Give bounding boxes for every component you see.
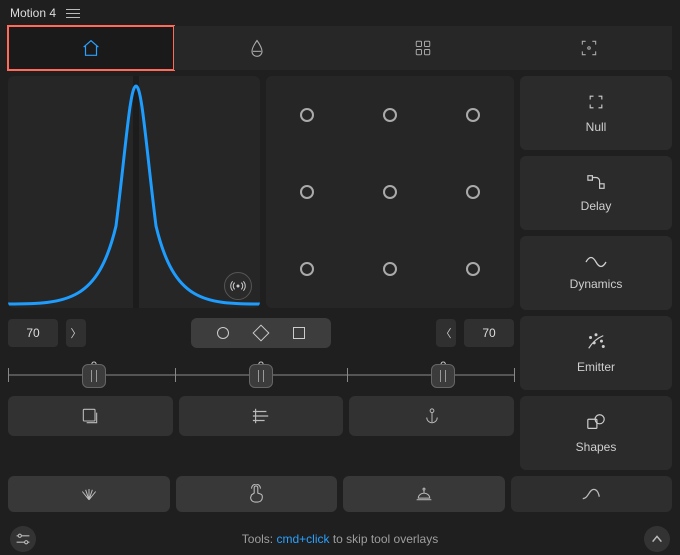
tool-shapes[interactable]: Shapes [520,396,672,470]
tool-dynamics-label: Dynamics [570,277,623,291]
bottom-row [0,470,680,512]
home-icon [80,37,102,59]
chevron-up-icon [650,533,664,545]
anchor-mid-right[interactable] [466,185,480,199]
titlebar: Motion 4 [0,0,680,26]
tool-shapes-label: Shapes [576,440,617,454]
anchor-mid-center[interactable] [383,185,397,199]
delay-icon [585,173,607,191]
curve-preview[interactable] [8,76,260,308]
bell-icon [415,485,433,503]
bottom-curve-button[interactable] [511,476,673,512]
shapes-icon [585,412,607,432]
footer-hint: Tools: cmd+click to skip tool overlays [46,532,634,546]
anchor-top-center[interactable] [383,108,397,122]
emitter-icon [585,332,607,352]
shape-circle[interactable] [217,327,229,339]
step-right-button[interactable]: 〉 [66,319,86,347]
shape-segmented [94,318,428,348]
footer-suffix: to skip tool overlays [329,532,438,546]
anchor-top-left[interactable] [300,108,314,122]
layer-icon [80,406,100,426]
footer-collapse-button[interactable] [644,526,670,552]
anchor-bot-right[interactable] [466,262,480,276]
tab-grid[interactable] [340,26,506,70]
value-left[interactable]: 70 [8,319,58,347]
anchor-top-right[interactable] [466,108,480,122]
dynamics-icon [584,255,608,269]
fan-icon [79,486,99,502]
tab-focus[interactable] [506,26,672,70]
footer-prefix: Tools: [242,532,277,546]
focus-icon [579,38,599,58]
anchor-grid [266,76,514,308]
tab-home[interactable] [8,26,174,70]
slider-a-handle[interactable] [82,364,106,388]
sliders-icon [15,532,31,546]
tool-column: Null Delay Dynamics Emitter [520,76,672,470]
action-layer-button[interactable] [8,396,173,436]
slider-b-handle[interactable] [249,364,273,388]
value-right[interactable]: 70 [464,319,514,347]
drop-icon [247,38,267,58]
action-anchor-button[interactable] [349,396,514,436]
tool-emitter-label: Emitter [577,360,615,374]
guide-icon [250,407,272,425]
footer-kbd: cmd+click [276,532,329,546]
anchor-mid-left[interactable] [300,185,314,199]
bottom-touch-button[interactable] [176,476,338,512]
tool-delay[interactable]: Delay [520,156,672,230]
app-title: Motion 4 [10,6,56,20]
anchor-icon [423,406,441,426]
tool-null-label: Null [586,120,607,134]
menu-icon[interactable] [66,9,80,18]
tool-delay-label: Delay [581,199,612,213]
slider-c-handle[interactable] [431,364,455,388]
anchor-bot-center[interactable] [383,262,397,276]
main-area: 70 〉 〈 70 0 0 0 [0,70,680,470]
anchor-bot-left[interactable] [300,262,314,276]
value-row: 70 〉 〈 70 [8,314,514,352]
action-row [8,396,514,436]
action-guide-button[interactable] [179,396,344,436]
shape-diamond[interactable] [253,325,270,342]
footer-settings-button[interactable] [10,526,36,552]
curve-icon [580,486,602,502]
bottom-bell-button[interactable] [343,476,505,512]
slider-track[interactable]: 0 0 0 [8,360,514,390]
tool-null[interactable]: Null [520,76,672,150]
tool-dynamics[interactable]: Dynamics [520,236,672,310]
tab-drop[interactable] [174,26,340,70]
null-icon [586,92,606,112]
broadcast-icon [230,278,246,294]
touch-icon [247,484,265,504]
bottom-fan-button[interactable] [8,476,170,512]
shape-square[interactable] [293,327,305,339]
grid-icon [414,39,432,57]
step-left-button[interactable]: 〈 [436,319,456,347]
footer: Tools: cmd+click to skip tool overlays [0,518,680,555]
tool-emitter[interactable]: Emitter [520,316,672,390]
easing-curve [8,76,260,308]
top-tabs [0,26,680,70]
broadcast-button[interactable] [224,272,252,300]
